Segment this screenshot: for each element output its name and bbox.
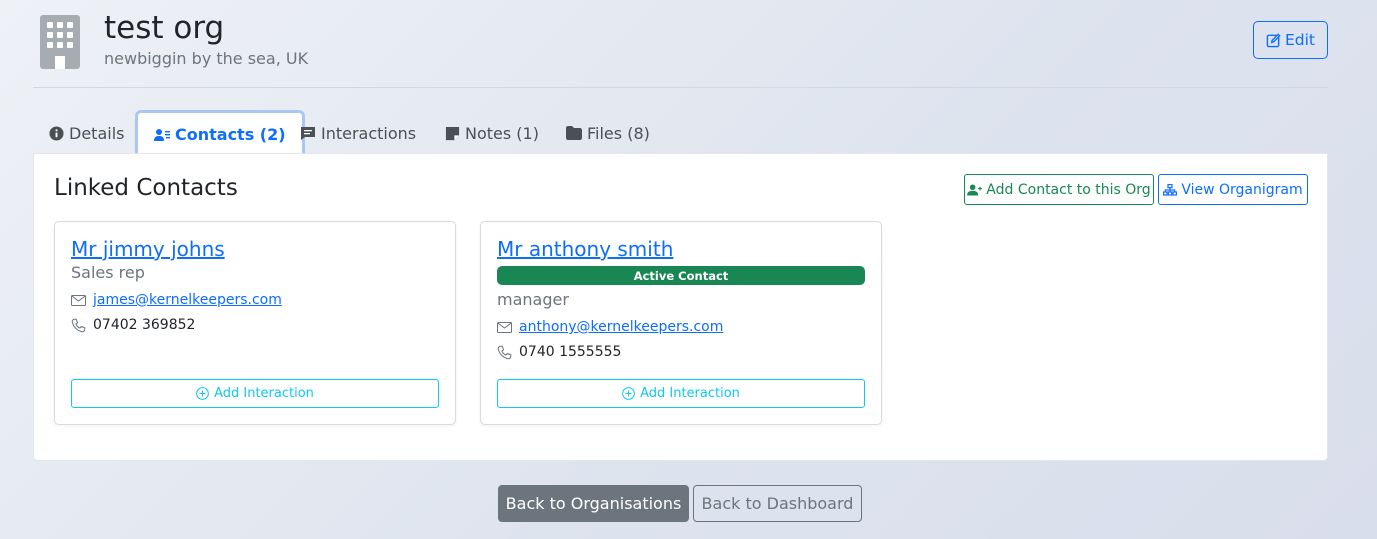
person-lines-icon — [154, 128, 170, 142]
contact-card: Mr anthony smith Active Contact manager … — [480, 221, 882, 425]
panel-title: Linked Contacts — [54, 175, 238, 201]
tab-bar: Details Contacts (2) Interactions Notes … — [33, 110, 1328, 156]
tab-label: Interactions — [321, 123, 417, 143]
contact-name-link[interactable]: Mr anthony smith — [497, 237, 673, 261]
contact-phone: 0740 1555555 — [519, 344, 622, 360]
info-circle-icon — [49, 125, 64, 141]
tab-label: Contacts (2) — [175, 125, 286, 144]
contact-phone: 07402 369852 — [93, 317, 196, 333]
sticky-note-icon — [445, 126, 460, 141]
contact-role: manager — [497, 290, 569, 309]
org-name: test org — [104, 10, 225, 46]
org-header: test org newbiggin by the sea, UK Edit — [38, 10, 1328, 78]
org-location: newbiggin by the sea, UK — [104, 49, 309, 68]
add-contact-label: Add Contact to this Org — [986, 181, 1151, 198]
add-interaction-button[interactable]: Add Interaction — [497, 379, 865, 408]
view-organigram-button[interactable]: View Organigram — [1158, 174, 1308, 205]
tab-label: Details — [69, 123, 125, 143]
contacts-panel: Linked Contacts Add Contact to this Org … — [33, 153, 1328, 461]
tab-label: Notes (1) — [465, 123, 539, 143]
envelope-icon — [497, 321, 512, 333]
contact-email-link[interactable]: james@kernelkeepers.com — [93, 292, 282, 308]
envelope-icon — [71, 294, 86, 306]
header-divider — [33, 87, 1328, 88]
building-icon — [38, 14, 82, 70]
tab-details[interactable]: Details — [49, 110, 124, 156]
view-organigram-label: View Organigram — [1181, 181, 1303, 198]
diagram-icon — [1163, 183, 1178, 196]
contact-phone-row: 0740 1555555 — [497, 344, 621, 360]
tab-interactions[interactable]: Interactions — [300, 110, 416, 156]
add-interaction-button[interactable]: Add Interaction — [71, 379, 439, 408]
tab-contacts[interactable]: Contacts (2) — [135, 110, 305, 156]
status-badge: Active Contact — [497, 266, 865, 285]
telephone-icon — [71, 318, 86, 333]
tab-label: Files (8) — [587, 123, 650, 143]
tab-files[interactable]: Files (8) — [566, 110, 650, 156]
plus-circle-icon — [622, 387, 635, 400]
contact-phone-row: 07402 369852 — [71, 317, 195, 333]
contact-email-link[interactable]: anthony@kernelkeepers.com — [519, 319, 723, 335]
back-to-dashboard-button[interactable]: Back to Dashboard — [693, 485, 862, 522]
contact-role: Sales rep — [71, 263, 145, 282]
edit-button[interactable]: Edit — [1253, 21, 1328, 59]
contact-email-row: anthony@kernelkeepers.com — [497, 319, 723, 335]
person-plus-icon — [967, 183, 983, 196]
contact-email-row: james@kernelkeepers.com — [71, 292, 282, 308]
chat-square-icon — [300, 126, 316, 141]
add-interaction-label: Add Interaction — [640, 386, 740, 401]
plus-circle-icon — [196, 387, 209, 400]
pencil-square-icon — [1266, 32, 1281, 48]
telephone-icon — [497, 345, 512, 360]
add-interaction-label: Add Interaction — [214, 386, 314, 401]
tab-notes[interactable]: Notes (1) — [445, 110, 539, 156]
contact-card: Mr jimmy johns Sales rep james@kernelkee… — [54, 221, 456, 425]
contact-name-link[interactable]: Mr jimmy johns — [71, 237, 225, 261]
back-to-organisations-button[interactable]: Back to Organisations — [498, 485, 689, 522]
folder-icon — [566, 126, 582, 140]
add-contact-button[interactable]: Add Contact to this Org — [964, 174, 1154, 205]
edit-label: Edit — [1284, 31, 1316, 49]
